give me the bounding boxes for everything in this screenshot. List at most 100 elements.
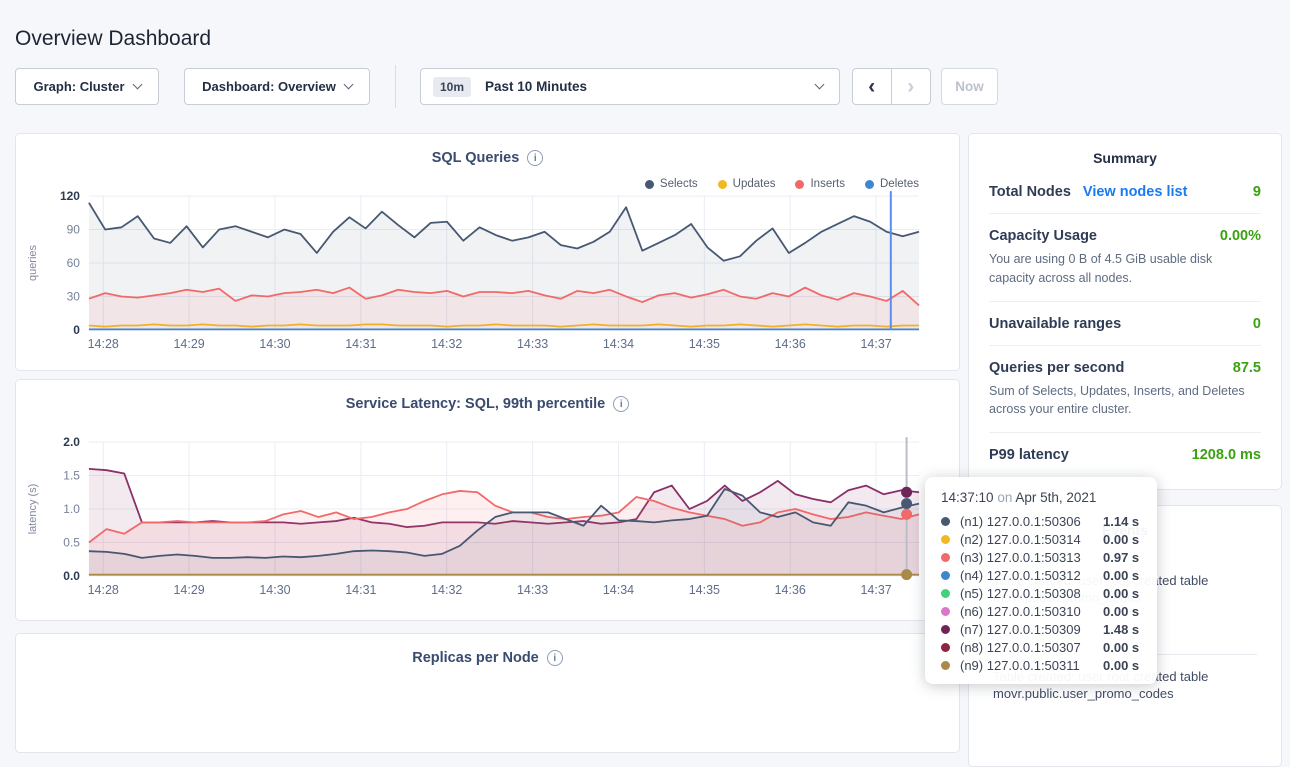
service-latency-title-text: Service Latency: SQL, 99th percentile bbox=[346, 396, 606, 412]
time-range-dropdown[interactable]: 10m Past 10 Minutes bbox=[420, 68, 840, 105]
tooltip-node-row: (n4) 127.0.0.1:503120.00 s bbox=[941, 566, 1141, 584]
qps-value: 87.5 bbox=[1233, 360, 1261, 376]
tooltip-on-word: on bbox=[997, 490, 1012, 505]
tooltip-time: 14:37:10 bbox=[941, 490, 994, 505]
svg-text:latency (s): latency (s) bbox=[27, 484, 39, 535]
svg-text:0: 0 bbox=[73, 323, 80, 337]
node-color-dot-icon bbox=[941, 625, 950, 634]
node-latency-value: 0.00 s bbox=[1103, 604, 1139, 619]
svg-text:14:37: 14:37 bbox=[860, 337, 891, 351]
svg-text:14:32: 14:32 bbox=[431, 337, 462, 351]
node-latency-value: 1.14 s bbox=[1103, 514, 1139, 529]
chevron-down-icon bbox=[343, 80, 353, 90]
tooltip-node-row: (n9) 127.0.0.1:503110.00 s bbox=[941, 656, 1141, 674]
summary-row-capacity: Capacity Usage 0.00% You are using 0 B o… bbox=[989, 213, 1261, 301]
time-next-button[interactable]: › bbox=[892, 69, 931, 104]
node-color-dot-icon bbox=[941, 517, 950, 526]
replicas-per-node-card: Replicas per Node i bbox=[15, 633, 960, 753]
time-range-badge: 10m bbox=[433, 77, 471, 97]
svg-text:1.5: 1.5 bbox=[63, 469, 80, 483]
graph-dropdown-button[interactable]: Graph: Cluster bbox=[15, 68, 159, 105]
total-nodes-label: Total Nodes bbox=[989, 184, 1071, 200]
node-latency-value: 0.00 s bbox=[1103, 640, 1139, 655]
summary-row-unavailable-ranges: Unavailable ranges 0 bbox=[989, 301, 1261, 345]
qps-description: Sum of Selects, Updates, Inserts, and De… bbox=[989, 382, 1261, 420]
svg-text:14:29: 14:29 bbox=[174, 337, 205, 351]
node-latency-value: 1.48 s bbox=[1103, 622, 1139, 637]
tooltip-timestamp: 14:37:10 on Apr 5th, 2021 bbox=[941, 490, 1141, 505]
node-address: (n2) 127.0.0.1:50314 bbox=[960, 532, 1103, 547]
node-latency-value: 0.00 s bbox=[1103, 658, 1139, 673]
node-latency-value: 0.97 s bbox=[1103, 550, 1139, 565]
page-title: Overview Dashboard bbox=[15, 27, 211, 51]
svg-text:14:36: 14:36 bbox=[775, 337, 806, 351]
unavailable-ranges-value: 0 bbox=[1253, 316, 1261, 332]
tooltip-node-row: (n3) 127.0.0.1:503130.97 s bbox=[941, 548, 1141, 566]
svg-text:90: 90 bbox=[67, 223, 81, 237]
chart-hover-tooltip: 14:37:10 on Apr 5th, 2021 (n1) 127.0.0.1… bbox=[925, 477, 1157, 684]
svg-text:14:34: 14:34 bbox=[603, 337, 634, 351]
node-color-dot-icon bbox=[941, 607, 950, 616]
sql-queries-chart[interactable]: 030609012014:2814:2914:3014:3114:3214:33… bbox=[23, 186, 952, 356]
sql-queries-title-text: SQL Queries bbox=[432, 150, 520, 166]
node-color-dot-icon bbox=[941, 571, 950, 580]
info-icon[interactable]: i bbox=[547, 650, 563, 666]
node-color-dot-icon bbox=[941, 661, 950, 670]
view-nodes-list-link[interactable]: View nodes list bbox=[1083, 184, 1188, 200]
svg-text:14:37: 14:37 bbox=[860, 583, 891, 597]
replicas-per-node-title: Replicas per Node i bbox=[16, 650, 959, 666]
service-latency-chart[interactable]: 0.00.51.01.52.014:2814:2914:3014:3114:32… bbox=[23, 432, 952, 602]
event-text-line2: movr.public.user_promo_codes bbox=[993, 685, 1257, 702]
unavailable-ranges-label: Unavailable ranges bbox=[989, 316, 1121, 332]
node-address: (n1) 127.0.0.1:50306 bbox=[960, 514, 1103, 529]
p99-latency-label: P99 latency bbox=[989, 447, 1069, 463]
svg-text:14:31: 14:31 bbox=[345, 337, 376, 351]
svg-text:30: 30 bbox=[67, 289, 81, 303]
time-range-label: Past 10 Minutes bbox=[485, 79, 587, 94]
svg-text:0.0: 0.0 bbox=[63, 569, 80, 583]
graph-dropdown-label: Graph: Cluster bbox=[33, 79, 124, 94]
summary-title: Summary bbox=[969, 150, 1281, 166]
summary-row-qps: Queries per second 87.5 Sum of Selects, … bbox=[989, 345, 1261, 433]
info-icon[interactable]: i bbox=[613, 396, 629, 412]
svg-text:14:33: 14:33 bbox=[517, 583, 548, 597]
total-nodes-value: 9 bbox=[1253, 184, 1261, 200]
node-latency-value: 0.00 s bbox=[1103, 568, 1139, 583]
dashboard-dropdown-button[interactable]: Dashboard: Overview bbox=[184, 68, 370, 105]
tooltip-node-row: (n7) 127.0.0.1:503091.48 s bbox=[941, 620, 1141, 638]
tooltip-node-rows: (n1) 127.0.0.1:503061.14 s(n2) 127.0.0.1… bbox=[941, 512, 1141, 674]
tooltip-node-row: (n1) 127.0.0.1:503061.14 s bbox=[941, 512, 1141, 530]
node-address: (n9) 127.0.0.1:50311 bbox=[960, 658, 1103, 673]
tooltip-node-row: (n5) 127.0.0.1:503080.00 s bbox=[941, 584, 1141, 602]
chevron-down-icon bbox=[815, 80, 825, 90]
node-color-dot-icon bbox=[941, 535, 950, 544]
now-button[interactable]: Now bbox=[941, 68, 998, 105]
dashboard-dropdown-label: Dashboard: Overview bbox=[202, 79, 336, 94]
sql-queries-title: SQL Queries i bbox=[16, 150, 959, 166]
info-icon[interactable]: i bbox=[527, 150, 543, 166]
summary-row-total-nodes: Total Nodes View nodes list 9 bbox=[989, 170, 1261, 213]
node-address: (n6) 127.0.0.1:50310 bbox=[960, 604, 1103, 619]
svg-text:14:35: 14:35 bbox=[689, 583, 720, 597]
svg-text:1.0: 1.0 bbox=[63, 502, 80, 516]
chevron-down-icon bbox=[132, 80, 142, 90]
node-address: (n8) 127.0.0.1:50307 bbox=[960, 640, 1103, 655]
time-prev-button[interactable]: ‹ bbox=[853, 69, 892, 104]
node-color-dot-icon bbox=[941, 643, 950, 652]
summary-panel: Summary Total Nodes View nodes list 9 Ca… bbox=[968, 133, 1282, 490]
capacity-usage-value: 0.00% bbox=[1220, 228, 1261, 244]
svg-text:14:36: 14:36 bbox=[775, 583, 806, 597]
replicas-per-node-title-text: Replicas per Node bbox=[412, 650, 539, 666]
tooltip-node-row: (n2) 127.0.0.1:503140.00 s bbox=[941, 530, 1141, 548]
tooltip-date: Apr 5th, 2021 bbox=[1015, 490, 1096, 505]
svg-text:queries: queries bbox=[27, 245, 39, 281]
node-address: (n5) 127.0.0.1:50308 bbox=[960, 586, 1103, 601]
p99-latency-value: 1208.0 ms bbox=[1192, 447, 1261, 463]
sql-queries-card: SQL Queries i SelectsUpdatesInsertsDelet… bbox=[15, 133, 960, 371]
node-color-dot-icon bbox=[941, 589, 950, 598]
svg-text:2.0: 2.0 bbox=[63, 435, 80, 449]
node-latency-value: 0.00 s bbox=[1103, 586, 1139, 601]
svg-text:14:28: 14:28 bbox=[88, 337, 119, 351]
svg-text:14:33: 14:33 bbox=[517, 337, 548, 351]
svg-text:14:30: 14:30 bbox=[259, 337, 290, 351]
